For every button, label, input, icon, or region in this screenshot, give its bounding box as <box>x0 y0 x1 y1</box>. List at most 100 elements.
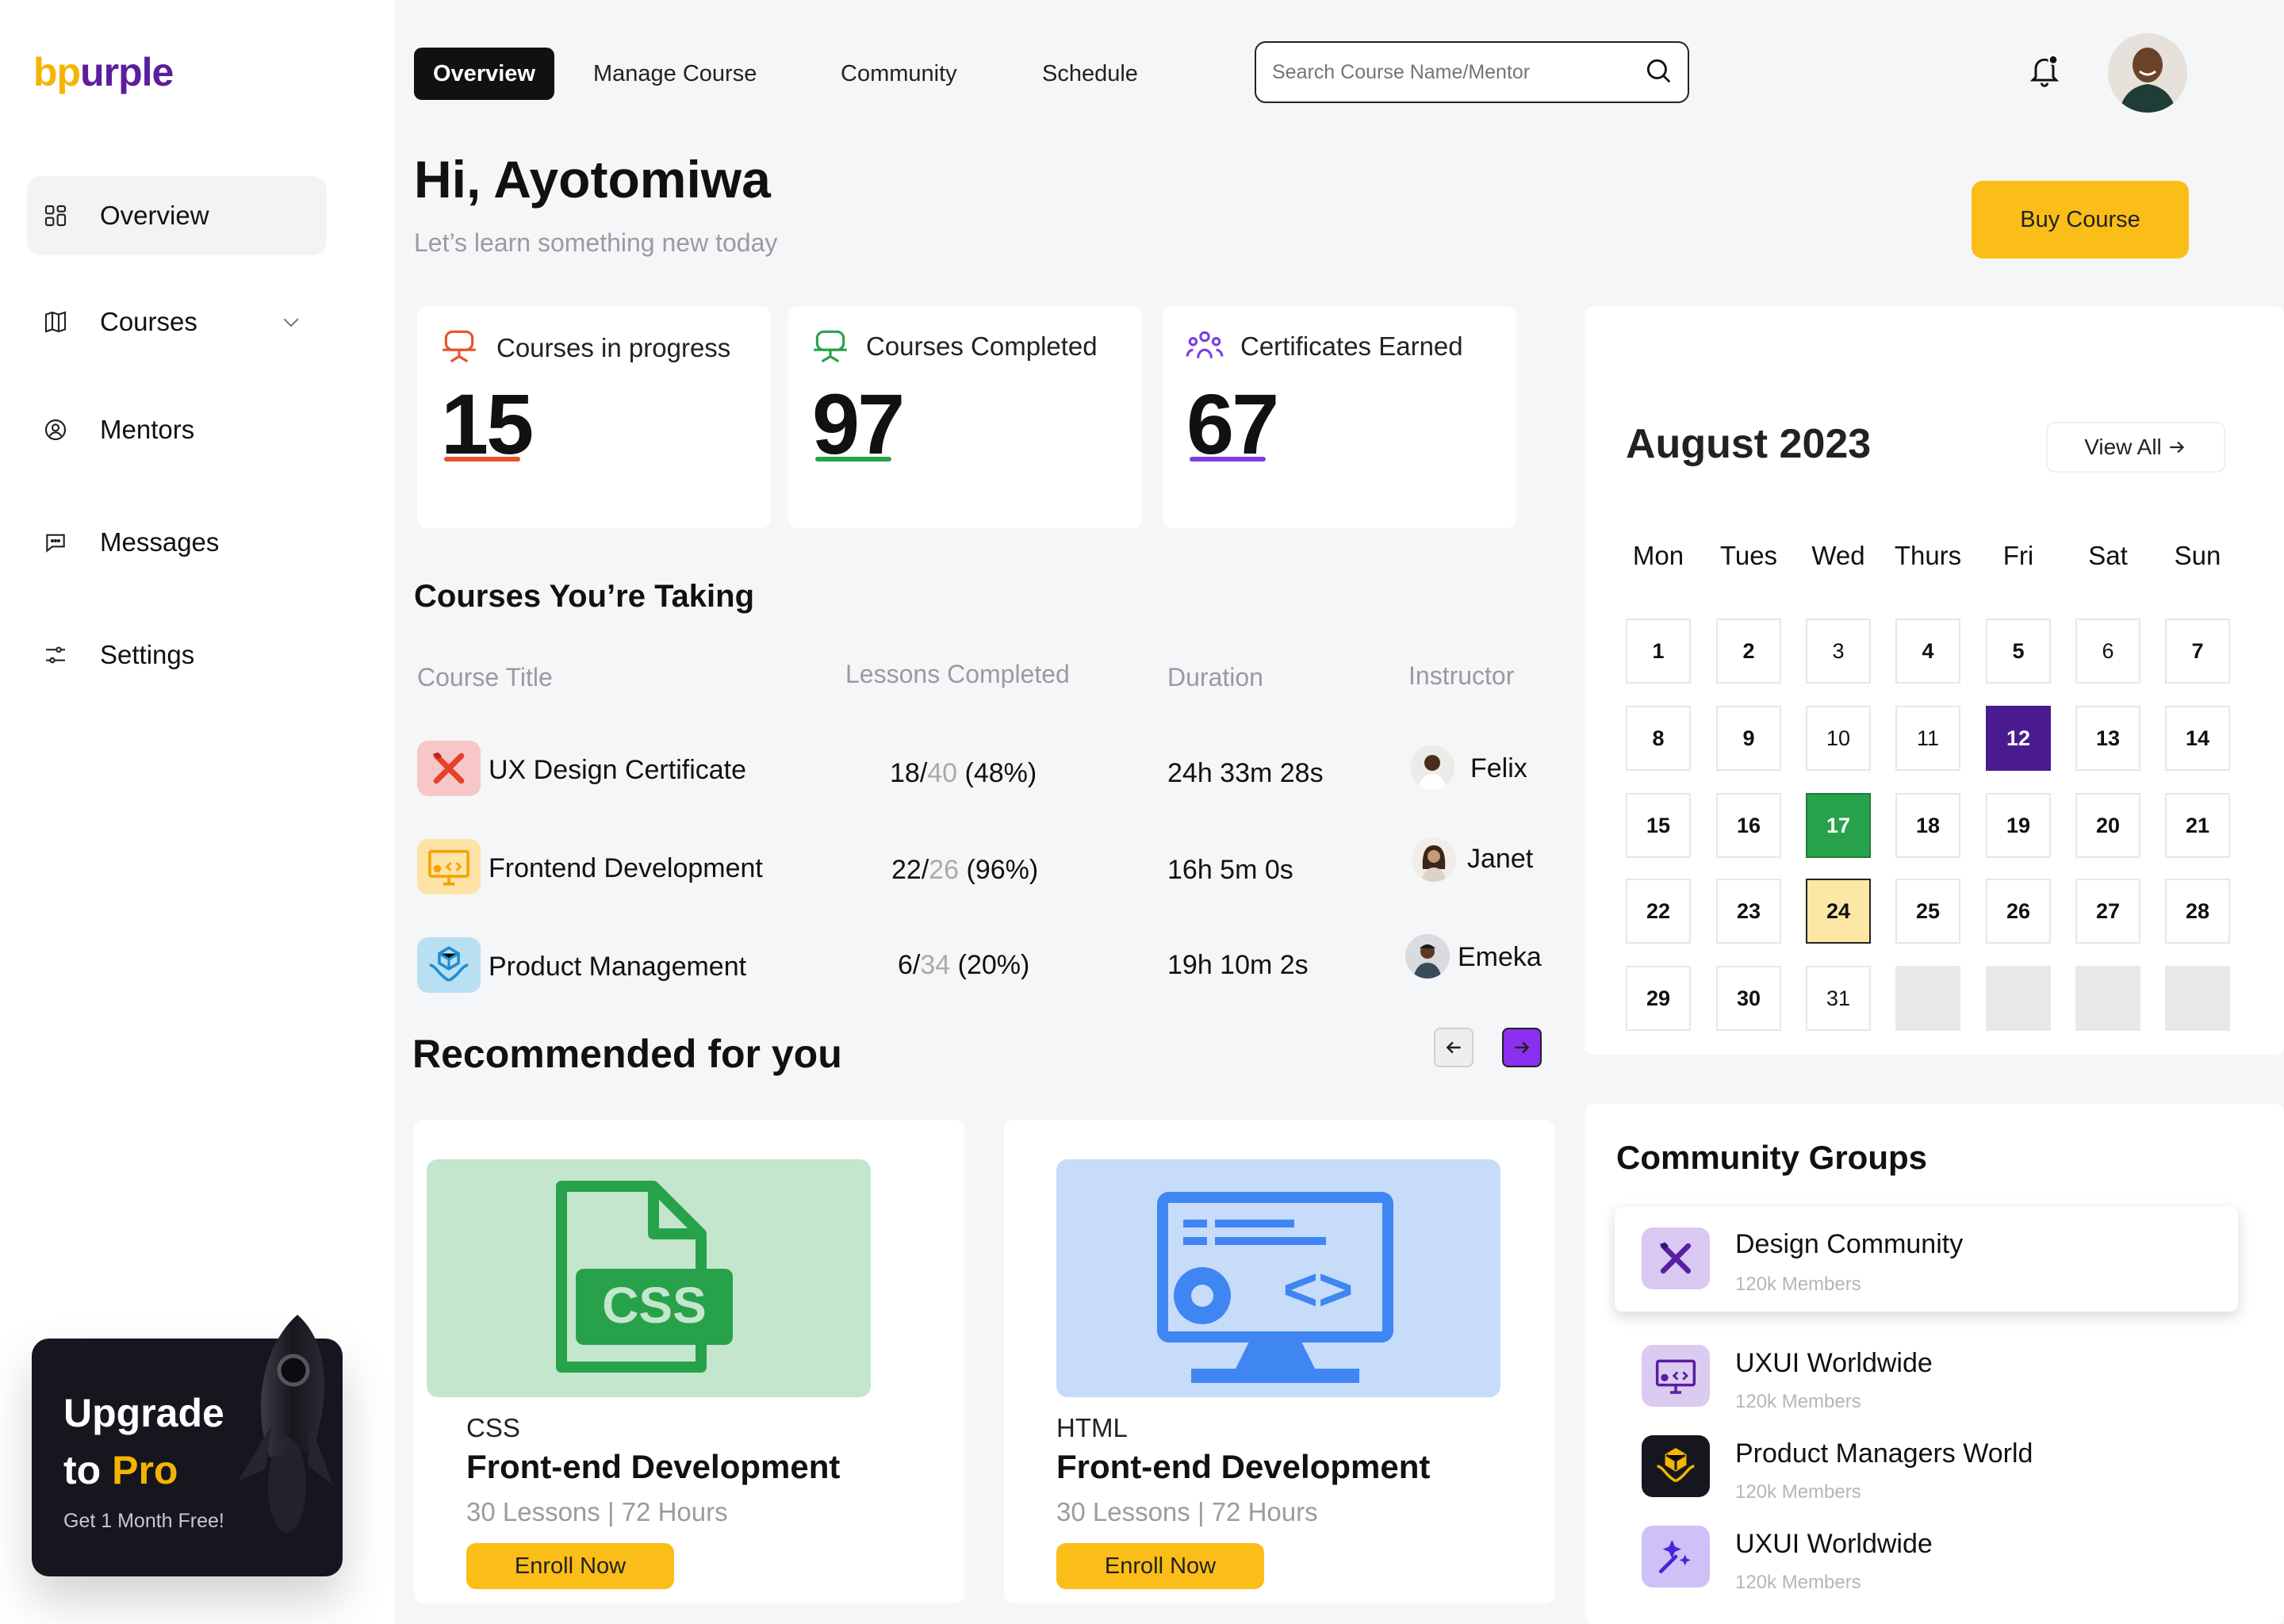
calendar-day[interactable]: 12 <box>1986 706 2051 771</box>
calendar-day[interactable]: 21 <box>2165 793 2230 858</box>
design-tools-icon <box>1642 1228 1710 1289</box>
instructor-name[interactable]: Emeka <box>1458 942 1542 973</box>
sidebar-item-messages[interactable]: Messages <box>27 503 327 582</box>
instructor-name[interactable]: Felix <box>1470 753 1527 784</box>
upgrade-banner[interactable]: Upgrade to Pro Get 1 Month Free! <box>32 1315 343 1576</box>
calendar-day[interactable]: 13 <box>2075 706 2140 771</box>
lessons-total: 26 <box>929 855 960 885</box>
tab-overview[interactable]: Overview <box>414 48 554 100</box>
brand-logo[interactable]: bpurple <box>33 49 174 95</box>
calendar-day[interactable]: 3 <box>1806 619 1871 684</box>
calendar-day[interactable]: 14 <box>2165 706 2230 771</box>
calendar-day[interactable]: 17 <box>1806 793 1871 858</box>
sidebar-item-overview[interactable]: Overview <box>27 176 327 255</box>
calendar-day[interactable]: 1 <box>1626 619 1691 684</box>
instructor-avatar[interactable] <box>1405 934 1450 979</box>
lessons-percent: (96%) <box>959 855 1039 885</box>
weekday-label: Mon <box>1632 541 1684 570</box>
course-thumbnail: <> <box>1056 1159 1500 1397</box>
community-group-item[interactable]: UXUI Worldwide 120k Members <box>1616 1327 2236 1427</box>
calendar-day[interactable]: 31 <box>1806 966 1871 1031</box>
buy-course-button[interactable]: Buy Course <box>1972 181 2189 259</box>
calendar-day[interactable]: 20 <box>2075 793 2140 858</box>
sidebar-item-settings[interactable]: Settings <box>27 615 327 695</box>
calendar-day[interactable]: 18 <box>1895 793 1960 858</box>
course-title[interactable]: Frontend Development <box>489 853 763 884</box>
arrow-right-icon <box>2170 441 2184 454</box>
enroll-now-button[interactable]: Enroll Now <box>1056 1543 1264 1589</box>
tab-schedule[interactable]: Schedule <box>1042 48 1138 100</box>
instructor-name[interactable]: Janet <box>1467 844 1533 875</box>
weekday-label: Tues <box>1719 541 1778 570</box>
group-name: UXUI Worldwide <box>1735 1529 1933 1559</box>
calendar-day[interactable]: 25 <box>1895 879 1960 944</box>
lessons-percent: (20%) <box>950 950 1030 980</box>
code-monitor-icon <box>1642 1345 1710 1407</box>
community-group-item[interactable]: Design Community 120k Members <box>1615 1207 2238 1312</box>
weekday-label: Sat <box>2088 541 2128 570</box>
course-card-css[interactable]: CSS CSS Front-end Development 30 Lessons… <box>414 1120 964 1603</box>
group-name: Product Managers World <box>1735 1438 2033 1469</box>
calendar-day[interactable]: 4 <box>1895 619 1960 684</box>
calendar-day[interactable]: 26 <box>1986 879 2051 944</box>
sidebar-item-label: Mentors <box>100 415 195 444</box>
tab-community[interactable]: Community <box>841 48 957 100</box>
arrow-left-icon <box>1446 1041 1461 1054</box>
calendar-day[interactable]: 15 <box>1626 793 1691 858</box>
tab-manage-course[interactable]: Manage Course <box>593 48 757 100</box>
column-header-lessons: Lessons Completed <box>845 660 1070 688</box>
avatar-image <box>2108 33 2187 113</box>
courses-section-title: Courses You’re Taking <box>414 579 755 614</box>
calendar-day[interactable]: 8 <box>1626 706 1691 771</box>
calendar-day[interactable]: 24 <box>1806 879 1871 944</box>
search-icon[interactable] <box>1643 56 1673 90</box>
view-all-button[interactable]: View All <box>2046 422 2225 473</box>
instructor-avatar[interactable] <box>1410 745 1454 790</box>
calendar-day[interactable]: 5 <box>1986 619 2051 684</box>
stat-card-completed: Courses Completed 97 <box>788 306 1142 528</box>
course-card-html[interactable]: <> HTML Front-end Development 30 Lessons… <box>1004 1120 1554 1603</box>
calendar-day[interactable]: 7 <box>2165 619 2230 684</box>
group-members: 120k Members <box>1735 1572 1861 1593</box>
calendar-day[interactable]: 28 <box>2165 879 2230 944</box>
calendar-day[interactable]: 10 <box>1806 706 1871 771</box>
course-card-meta: 30 Lessons | 72 Hours <box>466 1497 728 1526</box>
calendar-day[interactable]: 16 <box>1716 793 1781 858</box>
sidebar-item-mentors[interactable]: Mentors <box>27 390 327 469</box>
sidebar-item-courses[interactable]: Courses <box>27 282 327 362</box>
calendar-day[interactable]: 27 <box>2075 879 2140 944</box>
page-subtitle: Let’s learn something new today <box>414 228 778 257</box>
course-thumbnail: CSS <box>427 1159 871 1397</box>
user-circle-icon <box>41 416 70 444</box>
calendar-day[interactable]: 6 <box>2075 619 2140 684</box>
course-title[interactable]: Product Management <box>489 952 746 982</box>
weekday-label: Wed <box>1811 541 1865 570</box>
community-group-item[interactable]: UXUI Worldwide 120k Members <box>1616 1508 2236 1608</box>
calendar-day[interactable]: 9 <box>1716 706 1781 771</box>
search-input[interactable] <box>1270 59 1643 85</box>
calendar-day[interactable]: 29 <box>1626 966 1691 1031</box>
chevron-down-icon[interactable] <box>279 310 303 334</box>
community-group-item[interactable]: Product Managers World 120k Members <box>1616 1418 2236 1518</box>
lessons-done: 18/ <box>890 758 928 788</box>
calendar-day[interactable]: 2 <box>1716 619 1781 684</box>
book-icon <box>41 308 70 336</box>
carousel-next-button[interactable] <box>1502 1028 1542 1067</box>
calendar-empty-cell <box>2075 966 2140 1031</box>
calendar-day[interactable]: 19 <box>1986 793 2051 858</box>
rocket-icon <box>238 1315 333 1533</box>
calendar-day[interactable]: 30 <box>1716 966 1781 1031</box>
carousel-prev-button[interactable] <box>1434 1028 1473 1067</box>
calendar-day[interactable]: 23 <box>1716 879 1781 944</box>
course-title[interactable]: UX Design Certificate <box>489 755 746 786</box>
instructor-avatar[interactable] <box>1412 837 1456 882</box>
weekday-label: Fri <box>2002 541 2034 570</box>
calendar-day[interactable]: 11 <box>1895 706 1960 771</box>
sidebar-item-label: Settings <box>100 640 195 669</box>
upgrade-line-2: to <box>63 1448 113 1492</box>
user-avatar[interactable] <box>2108 33 2187 113</box>
notification-bell-icon[interactable] <box>2027 52 2062 94</box>
enroll-now-button[interactable]: Enroll Now <box>466 1543 674 1589</box>
calendar-day[interactable]: 22 <box>1626 879 1691 944</box>
pen-tool-icon <box>417 741 481 796</box>
